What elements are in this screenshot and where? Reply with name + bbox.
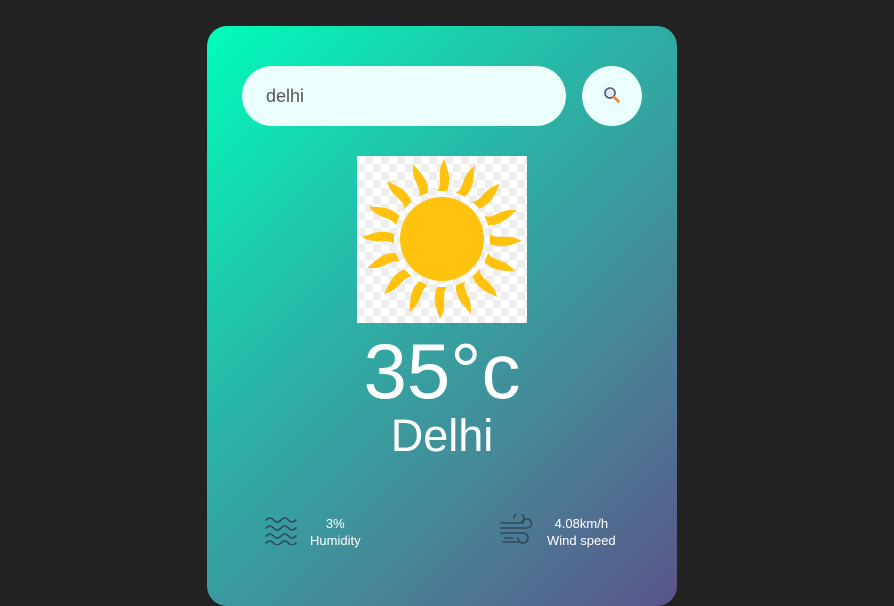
- sun-ray: [409, 281, 429, 313]
- weather-details: 3% Humidity 4.08km/h Wind speed: [207, 511, 677, 552]
- sun-ray: [412, 164, 429, 197]
- sun-ray: [472, 269, 498, 297]
- sun-ray: [472, 183, 500, 209]
- wind-label: Wind speed: [547, 533, 616, 548]
- sun-ray: [434, 287, 447, 319]
- humidity-waves-icon: [264, 515, 298, 550]
- sun-ray: [455, 281, 472, 314]
- sun-ray: [362, 231, 394, 244]
- sun-ray: [384, 269, 412, 295]
- weather-icon: [357, 156, 527, 323]
- humidity-label: Humidity: [310, 533, 361, 548]
- wind-value: 4.08km/h: [554, 516, 609, 531]
- sun-ray: [368, 206, 400, 226]
- humidity-value: 3%: [325, 516, 345, 531]
- sun-ray: [437, 159, 450, 191]
- wind-icon: [499, 511, 535, 551]
- wind-section: 4.08km/h Wind speed: [499, 511, 616, 552]
- temperature: 35°c: [363, 327, 521, 415]
- city-name: Delhi: [390, 410, 494, 461]
- sun-ray: [386, 181, 412, 209]
- search-input[interactable]: [242, 66, 566, 126]
- search-bar: [242, 66, 642, 126]
- humidity-section: 3% Humidity: [264, 512, 361, 552]
- sun-icon: [362, 159, 522, 319]
- sun-ray: [484, 209, 517, 226]
- sun-ray: [367, 252, 400, 269]
- sun-ray: [455, 165, 475, 197]
- search-button[interactable]: [582, 66, 642, 126]
- sun-ray: [490, 234, 522, 247]
- sun-ray: [484, 252, 516, 272]
- search-icon: [603, 86, 621, 107]
- weather-card: 35°c Delhi 3% Humidity: [207, 26, 677, 606]
